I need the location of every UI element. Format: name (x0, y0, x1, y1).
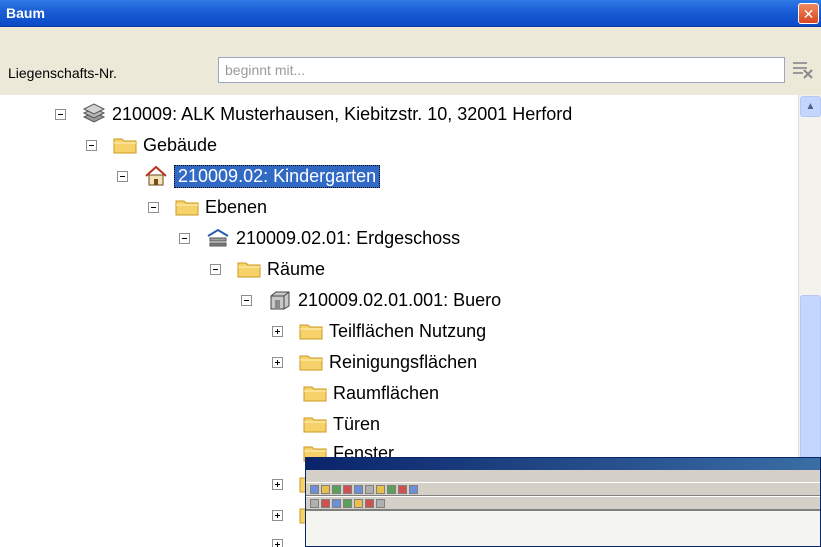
folder-icon (237, 262, 261, 278)
tree-node-room-areas[interactable]: Raumflächen (303, 380, 439, 406)
expand-toggle[interactable] (272, 325, 283, 337)
tree-node-label: Ebenen (205, 196, 268, 217)
thumbnail-menubar (306, 470, 820, 482)
toolbar-icon (310, 484, 319, 494)
search-input[interactable] (218, 57, 785, 83)
tree-node-label: 210009.02.01.001: Buero (298, 289, 502, 310)
collapse-toggle[interactable] (148, 201, 159, 213)
thumbnail-toolbar (306, 496, 820, 510)
scroll-up-button[interactable]: ▲ (800, 96, 821, 117)
collapse-toggle[interactable] (55, 108, 66, 120)
folder-icon (175, 200, 199, 216)
tree-node-office[interactable]: 210009.02.01.001: Buero (241, 287, 501, 313)
tree-node-doors[interactable]: Türen (303, 411, 380, 437)
tree-node-label: 210009.02.01: Erdgeschoss (236, 227, 461, 248)
toolbar-icon (376, 498, 385, 508)
tree-node-label: 210009: ALK Musterhausen, Kiebitzstr. 10… (112, 103, 573, 124)
folder-icon (113, 138, 137, 154)
collapse-toggle[interactable] (179, 232, 190, 244)
expand-toggle[interactable] (272, 356, 283, 368)
expand-toggle[interactable] (272, 538, 283, 547)
toolbar-icon (343, 484, 352, 494)
tree-node-cleaning-areas[interactable]: Reinigungsflächen (272, 349, 477, 375)
tree-node-label: Raumflächen (333, 382, 440, 403)
tree-node-kindergarten[interactable]: 210009.02: Kindergarten (117, 163, 381, 189)
tree-node-label: Gebäude (143, 134, 218, 155)
toolbar-icon (409, 484, 418, 494)
collapse-toggle[interactable] (210, 263, 221, 275)
tree-node-label: Teilflächen Nutzung (329, 320, 487, 341)
tree-node-partial-areas[interactable]: Teilflächen Nutzung (272, 318, 486, 344)
collapse-toggle[interactable] (86, 139, 97, 151)
clear-filter-button[interactable] (790, 58, 816, 82)
layers-icon (82, 103, 106, 123)
toolbar-icon (398, 484, 407, 494)
tree-node-label: 210009.02: Kindergarten (174, 164, 381, 188)
folder-icon (303, 386, 327, 402)
toolbar-icon (321, 484, 330, 494)
thumbnail-canvas (306, 510, 820, 546)
thumbnail-toolbar (306, 482, 820, 496)
close-button[interactable]: ✕ (798, 3, 819, 24)
tree-node-label: Reinigungsflächen (329, 351, 478, 372)
toolbar-icon (365, 484, 374, 494)
collapse-toggle[interactable] (241, 294, 252, 306)
toolbar-icon (354, 484, 363, 494)
tree-node-buildings[interactable]: Gebäude (86, 132, 217, 158)
search-label: Liegenschafts-Nr. (8, 65, 117, 81)
toolbar-icon (354, 498, 363, 508)
close-icon: ✕ (802, 5, 815, 22)
toolbar-icon (321, 498, 330, 508)
toolbar-icon (387, 484, 396, 494)
folder-icon (299, 324, 323, 340)
toolbar-icon (332, 498, 341, 508)
tree-node-label: Türen (333, 413, 381, 434)
toolbar-icon (376, 484, 385, 494)
house-icon (145, 165, 167, 186)
toolbar-icon (343, 498, 352, 508)
collapse-toggle[interactable] (117, 170, 128, 182)
folder-icon (303, 417, 327, 433)
window-titlebar: Baum ✕ (0, 0, 821, 27)
tree-node-levels[interactable]: Ebenen (148, 194, 267, 220)
clear-filter-icon (793, 62, 813, 79)
tree-node-ground-floor[interactable]: 210009.02.01: Erdgeschoss (179, 225, 460, 251)
tree-node-hidden[interactable] (272, 531, 299, 547)
floor-icon (207, 228, 229, 247)
toolbar-icon (365, 498, 374, 508)
expand-toggle[interactable] (272, 478, 283, 490)
tree-node-property[interactable]: 210009: ALK Musterhausen, Kiebitzstr. 10… (55, 101, 572, 127)
tree-node-label: Räume (267, 258, 326, 279)
chevron-up-icon: ▲ (805, 101, 816, 112)
room-icon (270, 291, 290, 310)
window-title: Baum (6, 5, 45, 21)
thumbnail-titlebar (306, 458, 820, 470)
toolbar-icon (332, 484, 341, 494)
expand-toggle[interactable] (272, 509, 283, 521)
cad-window-thumbnail (305, 457, 821, 547)
folder-icon (299, 355, 323, 371)
tree-node-rooms[interactable]: Räume (210, 256, 325, 282)
toolbar-icon (310, 498, 319, 508)
